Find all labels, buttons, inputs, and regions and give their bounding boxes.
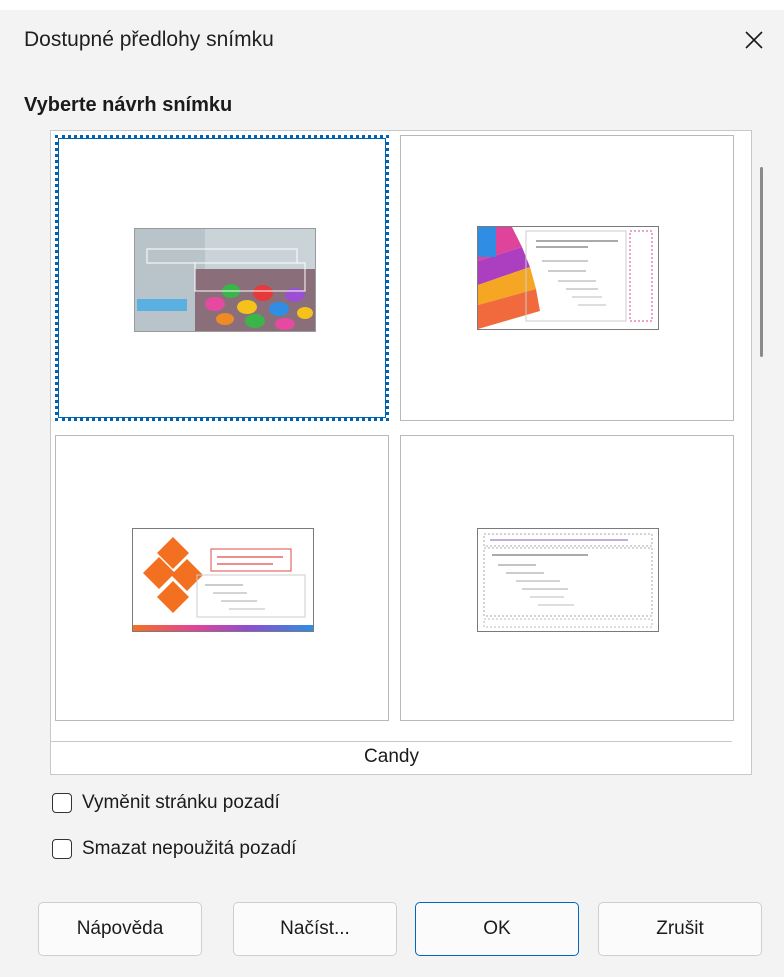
caption-bar: Candy — [51, 741, 732, 772]
delete-unused-label: Smazat nepoužitá pozadí — [82, 838, 297, 859]
thumbnail-candy[interactable] — [55, 135, 389, 421]
close-icon — [745, 31, 763, 49]
close-button[interactable] — [734, 22, 774, 58]
section-heading: Vyberte návrh snímku — [24, 94, 233, 116]
scrollbar-thumb[interactable] — [760, 167, 763, 357]
help-button[interactable]: Nápověda — [38, 902, 202, 956]
thumbnail-candy-image — [134, 228, 316, 332]
selected-design-caption: Candy — [364, 746, 419, 767]
dialog-body: Vyberte návrh snímku Candy Vyměnit strán… — [0, 72, 784, 977]
thumbnail-outline-plain[interactable] — [400, 435, 734, 721]
title-bar: Dostupné předlohy snímku — [0, 10, 784, 72]
replace-background-option[interactable]: Vyměnit stránku pozadí — [52, 792, 280, 814]
cancel-button[interactable]: Zrušit — [598, 902, 762, 956]
replace-background-checkbox[interactable] — [52, 793, 72, 813]
dialog-title: Dostupné předlohy snímku — [24, 28, 274, 51]
thumbnail-orange-diamonds[interactable] — [55, 435, 389, 721]
gallery-scrollbar[interactable] — [754, 131, 770, 731]
load-button[interactable]: Načíst... — [233, 902, 397, 956]
thumbnail-orange-diamonds-image — [132, 528, 314, 632]
slide-design-gallery: Candy — [50, 130, 763, 775]
replace-background-label: Vyměnit stránku pozadí — [82, 792, 280, 813]
thumbnail-outline-plain-image — [477, 528, 659, 632]
thumbnail-pink-stripes-image — [477, 226, 659, 330]
ok-button[interactable]: OK — [415, 902, 579, 956]
delete-unused-option[interactable]: Smazat nepoužitá pozadí — [52, 838, 296, 860]
delete-unused-checkbox[interactable] — [52, 839, 72, 859]
thumbnail-pink-stripes[interactable] — [400, 135, 734, 421]
